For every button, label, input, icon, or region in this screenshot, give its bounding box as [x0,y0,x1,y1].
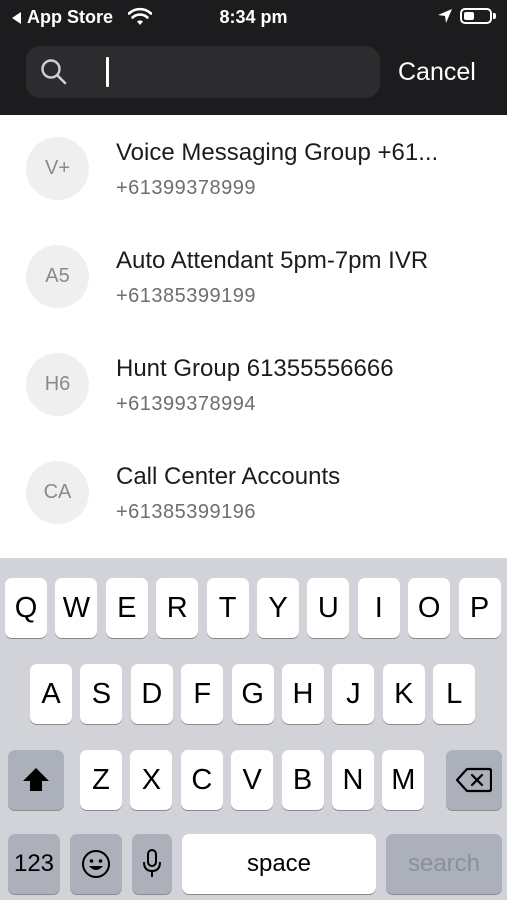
key-b[interactable]: B [281,750,324,810]
key-v[interactable]: V [231,750,274,810]
avatar: CA [26,461,89,524]
numbers-key[interactable]: 123 [8,834,60,894]
delete-key[interactable] [446,750,502,810]
result-row[interactable]: A5 Auto Attendant 5pm-7pm IVR +61385399199 [0,223,507,331]
key-m[interactable]: M [382,750,425,810]
dictation-key[interactable] [132,834,172,894]
key-s[interactable]: S [80,664,123,724]
key-o[interactable]: O [408,578,451,638]
battery-icon [460,8,492,24]
search-bar[interactable] [26,46,380,98]
location-arrow-icon [438,9,452,23]
avatar: A5 [26,245,89,308]
contact-phone: +61399378999 [116,177,257,199]
battery-cap [493,13,496,19]
key-e[interactable]: E [105,578,148,638]
key-a[interactable]: A [30,664,72,724]
key-p[interactable]: P [458,578,501,638]
text-cursor [106,57,109,87]
key-u[interactable]: U [307,578,350,638]
key-z[interactable]: Z [80,750,122,810]
shift-key[interactable] [8,750,64,810]
space-key[interactable]: space [182,834,376,894]
contact-name: Call Center Accounts [116,463,341,490]
cancel-button[interactable]: Cancel [398,58,476,87]
key-j[interactable]: J [332,664,375,724]
key-q[interactable]: Q [5,578,47,638]
contact-phone: +61399378994 [116,393,257,415]
status-time: 8:34 pm [219,7,288,27]
delete-icon [456,767,492,793]
search-key[interactable]: search [386,834,502,894]
search-input[interactable] [78,54,368,90]
contact-name: Voice Messaging Group +61... [116,139,439,166]
shift-icon [23,768,49,791]
key-h[interactable]: H [282,664,324,724]
emoji-icon [82,850,110,878]
status-bar: App Store 8:34 pm [0,0,507,36]
key-g[interactable]: G [231,664,274,724]
result-row[interactable]: CA Call Center Accounts +61385399196 [0,439,507,547]
key-r[interactable]: R [156,578,199,638]
avatar: V+ [26,137,89,200]
result-row[interactable]: H6 Hunt Group 61355556666 +61399378994 [0,331,507,439]
contact-name: Hunt Group 61355556666 [116,355,394,382]
contact-phone: +61385399196 [116,501,257,523]
key-y[interactable]: Y [257,578,299,638]
emoji-key[interactable] [70,834,122,894]
key-t[interactable]: T [206,578,249,638]
key-k[interactable]: K [382,664,425,724]
result-row[interactable]: V+ Voice Messaging Group +61... +613993789… [0,115,507,223]
key-f[interactable]: F [181,664,224,724]
contact-name: Auto Attendant 5pm-7pm IVR [116,247,429,274]
contact-phone: +61385399199 [116,285,257,307]
search-icon [41,59,67,85]
battery-level [464,12,474,20]
key-x[interactable]: X [130,750,173,810]
key-d[interactable]: D [130,664,173,724]
key-w[interactable]: W [55,578,98,638]
keyboard: 123 space search QWERTYUIOP ASDFGHJKL ZXCV… [0,558,507,900]
microphone-icon [143,849,161,877]
header: App Store 8:34 pm Cancel [0,0,507,115]
key-n[interactable]: N [332,750,374,810]
key-i[interactable]: I [357,578,400,638]
key-l[interactable]: L [433,664,476,724]
avatar: H6 [26,353,89,416]
key-c[interactable]: C [180,750,223,810]
